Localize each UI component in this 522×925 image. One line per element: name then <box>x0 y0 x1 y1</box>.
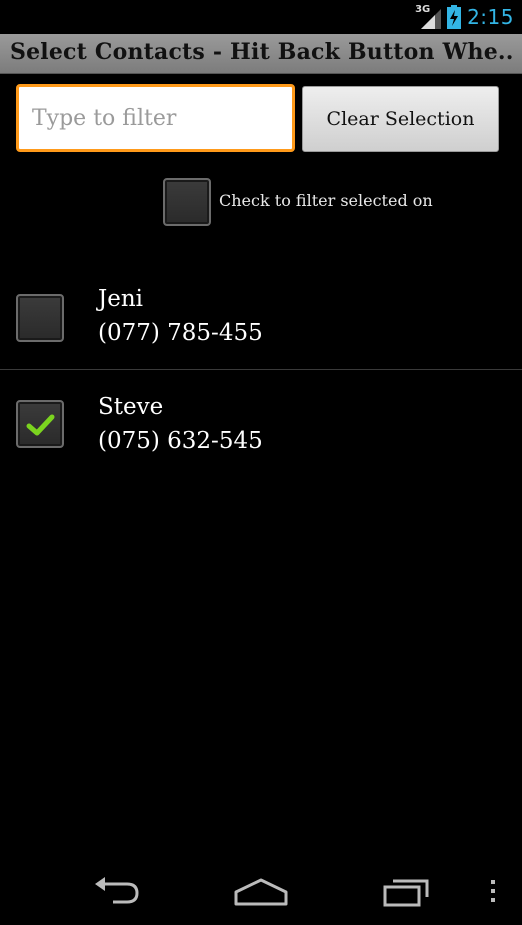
recent-apps-button[interactable] <box>370 856 446 925</box>
contact-checkbox[interactable] <box>16 294 64 342</box>
title-bar: Select Contacts - Hit Back Button Whe... <box>0 34 522 74</box>
home-icon <box>234 878 288 905</box>
contact-name: Steve <box>98 394 164 420</box>
clear-selection-button[interactable]: Clear Selection <box>302 86 499 152</box>
overflow-menu-icon <box>491 879 495 902</box>
back-button[interactable] <box>78 856 154 925</box>
navigation-bar <box>0 856 522 925</box>
contact-phone: (077) 785-455 <box>98 320 263 346</box>
signal-icon: 3G <box>415 4 442 29</box>
checkmark-icon <box>26 414 55 436</box>
back-icon <box>95 876 139 903</box>
filter-input[interactable] <box>16 84 295 152</box>
list-item[interactable]: Steve (075) 632-545 <box>0 378 522 474</box>
clock: 2:15 <box>467 5 514 29</box>
status-bar: 3G 2:15 <box>0 0 522 34</box>
page-title: Select Contacts - Hit Back Button Whe... <box>10 39 515 65</box>
list-divider <box>0 369 522 370</box>
overflow-menu-button[interactable] <box>480 856 506 925</box>
filter-selected-only-label: Check to filter selected only <box>219 191 433 210</box>
list-item[interactable]: Jeni (077) 785-455 <box>0 272 522 368</box>
filter-selected-only-checkbox[interactable] <box>163 178 211 226</box>
recent-apps-icon <box>383 879 429 906</box>
battery-charging-icon <box>447 5 462 29</box>
home-button[interactable] <box>222 856 300 925</box>
contact-phone: (075) 632-545 <box>98 428 263 454</box>
contact-name: Jeni <box>98 286 144 312</box>
contact-checkbox[interactable] <box>16 400 64 448</box>
